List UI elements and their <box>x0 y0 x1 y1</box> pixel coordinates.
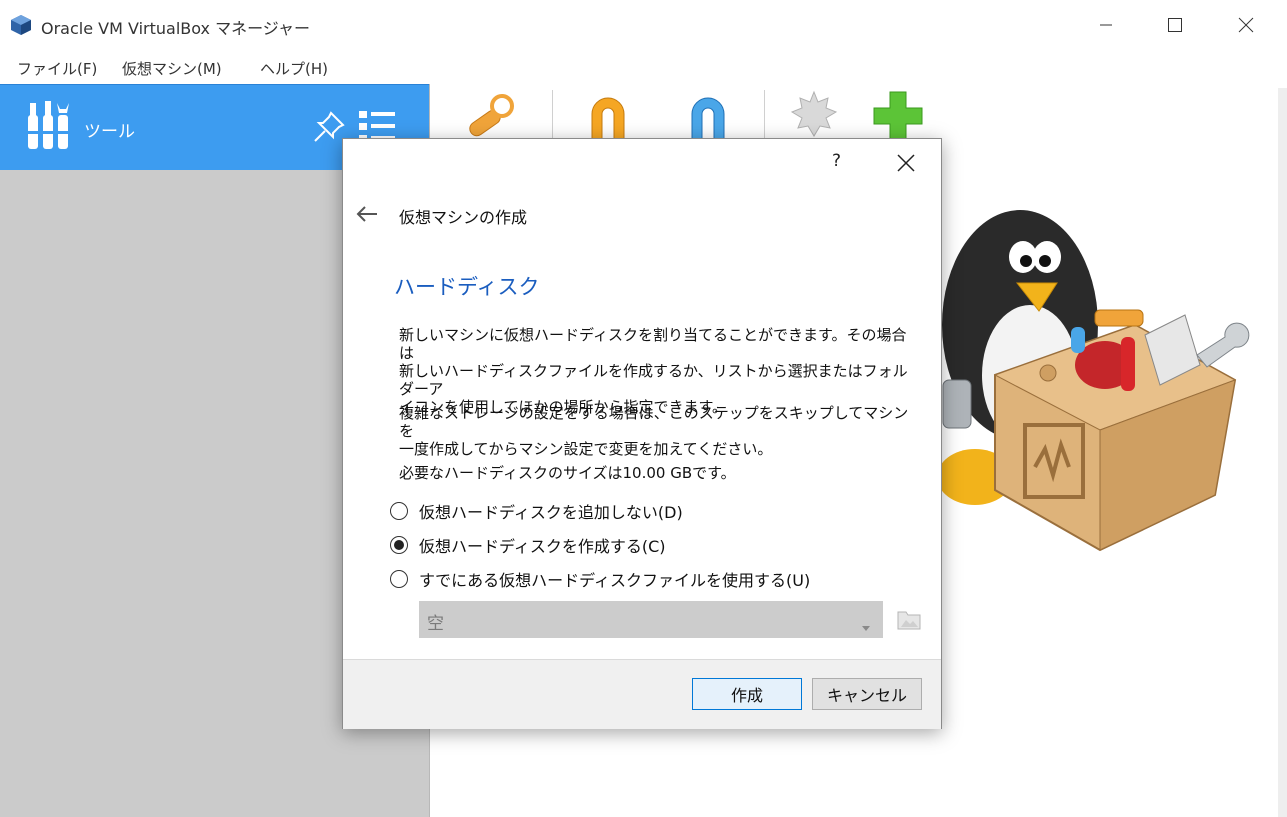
title-bar: Oracle VM VirtualBox マネージャー <box>0 0 1287 50</box>
menu-machine[interactable]: 仮想マシン(M) <box>122 58 222 79</box>
radio-button[interactable] <box>390 536 408 554</box>
radio-button[interactable] <box>390 502 408 520</box>
description-line: 複雑なストレージの設定をする場合は、このステップをスキップしてマシンを <box>399 404 909 440</box>
virtualbox-icon <box>10 14 32 36</box>
window-title: Oracle VM VirtualBox マネージャー <box>41 19 310 38</box>
back-arrow-icon[interactable] <box>355 204 379 228</box>
description-line: 新しいハードディスクファイルを作成するか、リストから選択またはフォルダーア <box>399 362 908 398</box>
import-icon[interactable] <box>580 90 636 144</box>
menu-bar: ファイル(F) 仮想マシン(M) ヘルプ(H) <box>0 50 1287 84</box>
tools-icon <box>26 101 72 155</box>
export-icon[interactable] <box>680 90 736 144</box>
extension-icon[interactable] <box>788 90 840 144</box>
radio-selected-dot <box>394 540 404 550</box>
menu-help[interactable]: ヘルプ(H) <box>260 58 328 79</box>
size-note: 必要なハードディスクのサイズは10.00 GBです。 <box>399 464 736 482</box>
create-vm-dialog: ? 仮想マシンの作成 ハードディスク 新しいマシンに仮想ハードディスクを割り当て… <box>342 138 942 729</box>
storage-note-paragraph: 複雑なストレージの設定をする場合は、このステップをスキップしてマシンを 一度作成… <box>399 404 919 458</box>
minimize-button[interactable] <box>1083 8 1129 42</box>
radio-no-disk[interactable]: 仮想ハードディスクを追加しない(D) <box>390 500 683 522</box>
description-paragraph: 新しいマシンに仮想ハードディスクを割り当てることができます。その場合は 新しいハ… <box>399 326 919 416</box>
description-line: 一度作成してからマシン設定で変更を加えてください。 <box>399 440 773 458</box>
sidebar-item-label: ツール <box>84 122 135 142</box>
dialog-footer: 作成 キャンセル <box>343 659 941 729</box>
wizard-title: 仮想マシンの作成 <box>399 208 528 227</box>
disk-file-select[interactable]: 空 <box>419 601 883 638</box>
radio-label: 仮想ハードディスクを追加しない(D) <box>419 503 683 522</box>
folder-icon[interactable] <box>896 607 922 635</box>
cancel-button[interactable]: キャンセル <box>812 678 922 710</box>
radio-button[interactable] <box>390 570 408 588</box>
preferences-icon[interactable] <box>462 90 518 144</box>
menu-file[interactable]: ファイル(F) <box>17 58 97 79</box>
chevron-down-icon <box>862 617 870 636</box>
radio-create-disk[interactable]: 仮想ハードディスクを作成する(C) <box>390 534 666 556</box>
radio-existing-disk[interactable]: すでにある仮想ハードディスクファイルを使用する(U) <box>390 568 810 590</box>
toolbar-separator <box>552 90 553 142</box>
help-button[interactable]: ? <box>832 151 841 171</box>
close-icon[interactable] <box>895 152 917 174</box>
description-line: 新しいマシンに仮想ハードディスクを割り当てることができます。その場合は <box>399 326 907 362</box>
mascot-illustration <box>935 205 1255 569</box>
toolbar-separator <box>764 90 765 142</box>
page-title: ハードディスク <box>394 275 540 299</box>
maximize-button[interactable] <box>1152 8 1198 42</box>
disk-file-select-value: 空 <box>427 614 444 634</box>
radio-label: 仮想ハードディスクを作成する(C) <box>419 537 666 556</box>
radio-label: すでにある仮想ハードディスクファイルを使用する(U) <box>419 571 811 590</box>
create-button[interactable]: 作成 <box>692 678 802 710</box>
new-icon[interactable] <box>872 90 926 144</box>
close-window-button[interactable] <box>1223 8 1269 42</box>
window-edge <box>1278 88 1287 817</box>
